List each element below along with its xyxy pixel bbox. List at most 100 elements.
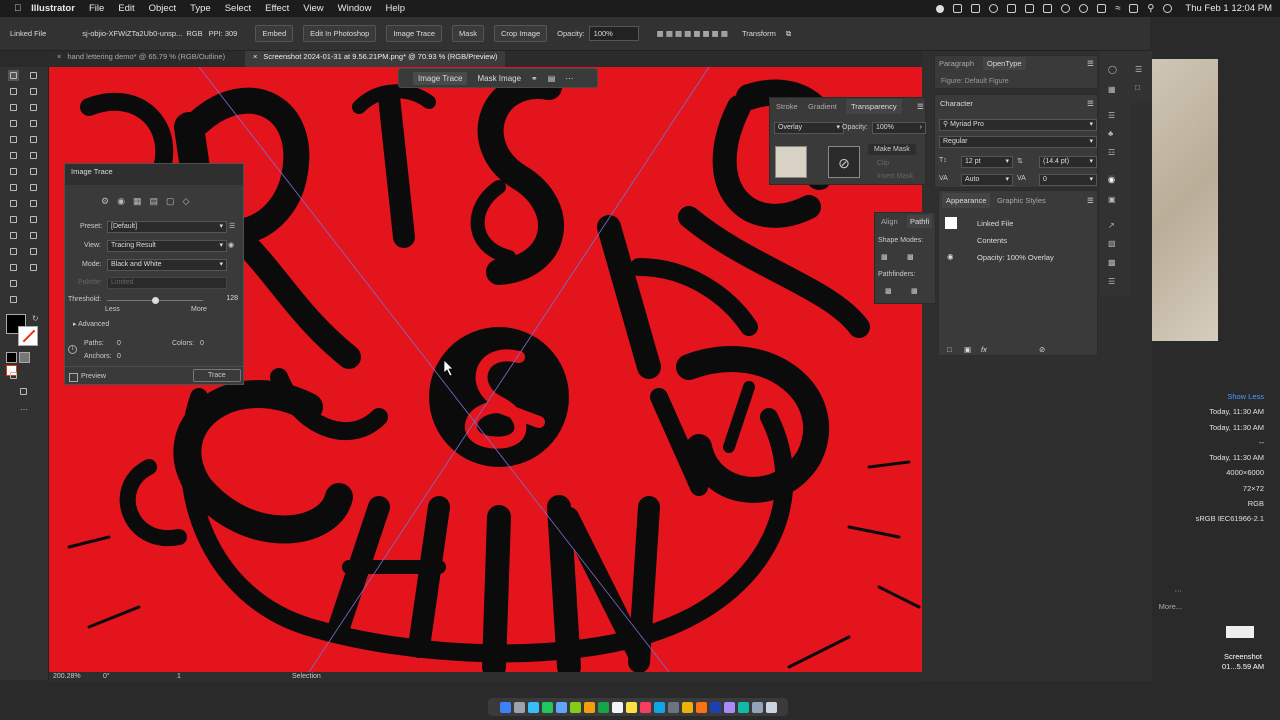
desktop-screenshot-file[interactable]: Screenshot 01...5.59 AM xyxy=(1180,626,1280,696)
status-icon[interactable] xyxy=(1025,4,1035,13)
paintbrush-tool-icon[interactable] xyxy=(28,134,39,145)
menu-window[interactable]: Window xyxy=(338,3,372,14)
trim-icon[interactable]: ▩ xyxy=(911,287,918,295)
rotation-field[interactable]: 0° xyxy=(103,673,110,680)
black-white-icon[interactable]: ▢ xyxy=(166,196,183,206)
blend-tool-icon[interactable] xyxy=(28,230,39,241)
artboard-tool-icon[interactable] xyxy=(8,262,19,273)
document-panel-icon[interactable]: □ xyxy=(1135,83,1140,92)
mode-select[interactable]: Black and White ▾ xyxy=(107,259,227,271)
opacity-field[interactable]: 100% › xyxy=(872,122,926,134)
status-icon[interactable] xyxy=(953,4,963,13)
siri-icon[interactable] xyxy=(1163,4,1173,13)
eye-icon[interactable]: ◉ xyxy=(947,252,954,261)
minus-front-icon[interactable]: ▩ xyxy=(907,253,914,261)
transform-button[interactable]: Transform xyxy=(742,29,776,38)
search-icon[interactable]: ⚲ xyxy=(1147,3,1154,14)
tab-opentype[interactable]: OpenType xyxy=(983,57,1026,70)
calendar-dock-icon[interactable] xyxy=(611,701,623,713)
low-color-icon[interactable]: ▦ xyxy=(133,196,150,206)
eraser-tool-icon[interactable] xyxy=(28,150,39,161)
preset-select[interactable]: [Default] ▾ xyxy=(107,221,227,233)
tab-screenshot[interactable]: × Screenshot 2024-01-31 at 9.56.21PM.png*… xyxy=(245,51,506,67)
status-icon[interactable] xyxy=(1097,4,1107,13)
leading-field[interactable]: (14.4 pt) ▾ xyxy=(1039,156,1097,168)
outline-icon[interactable]: ◇ xyxy=(182,196,197,206)
menu-select[interactable]: Select xyxy=(225,3,251,14)
maps-dock-icon[interactable] xyxy=(569,701,581,713)
transparency-panel-icon[interactable]: ◉ xyxy=(1108,175,1115,184)
preview-checkbox[interactable] xyxy=(69,373,78,382)
tab-gradient[interactable]: Gradient xyxy=(808,102,837,111)
color-panel-icon[interactable]: ◯ xyxy=(1108,65,1117,74)
menu-effect[interactable]: Effect xyxy=(265,3,289,14)
width-tool-icon[interactable] xyxy=(8,182,19,193)
facetime-dock-icon[interactable] xyxy=(597,701,609,713)
links-panel-icon[interactable]: ▧ xyxy=(1108,239,1116,248)
trace-button[interactable]: Trace xyxy=(193,369,241,382)
properties-panel-icon[interactable]: ☰ xyxy=(1135,65,1142,74)
status-icon[interactable] xyxy=(971,4,981,13)
artboards-panel-icon[interactable]: ↗ xyxy=(1108,221,1115,230)
show-less-link[interactable]: Show Less xyxy=(1227,392,1264,401)
downloads-dock-icon[interactable] xyxy=(751,701,763,713)
slice-tool-icon[interactable] xyxy=(28,262,39,273)
linked-file-label[interactable]: Linked File xyxy=(10,29,46,38)
panel-menu-icon[interactable]: ☰ xyxy=(1087,99,1094,108)
panel-menu-icon[interactable]: ☰ xyxy=(917,102,924,111)
font-style-select[interactable]: Regular ▾ xyxy=(939,136,1097,148)
clock[interactable]: Thu Feb 1 12:04 PM xyxy=(1185,3,1272,14)
app-dock-icon[interactable] xyxy=(723,701,735,713)
notes-dock-icon[interactable] xyxy=(625,701,637,713)
mail-dock-icon[interactable] xyxy=(555,701,567,713)
kerning-field[interactable]: Auto ▾ xyxy=(961,174,1013,186)
more-options-icon[interactable]: ⋯ xyxy=(565,74,573,83)
tab-stroke[interactable]: Stroke xyxy=(776,102,798,111)
curvature-tool-icon[interactable] xyxy=(28,102,39,113)
gradient-tool-icon[interactable] xyxy=(28,214,39,225)
chrome-icon[interactable] xyxy=(989,4,999,13)
free-transform-tool-icon[interactable] xyxy=(28,182,39,193)
link-icon[interactable]: ⚭ xyxy=(531,74,538,83)
auto-color-icon[interactable]: ⚙ xyxy=(101,196,117,206)
close-icon[interactable]: × xyxy=(57,52,61,61)
play-icon[interactable] xyxy=(1061,4,1071,13)
music-dock-icon[interactable] xyxy=(639,701,651,713)
crop-image-button[interactable]: Crop Image xyxy=(493,25,548,42)
align-icon[interactable]: ▦ ▦ ▦ ▦ ▦ ▦ ▦ ▦ xyxy=(657,29,728,38)
messages-dock-icon[interactable] xyxy=(541,701,553,713)
menu-app-name[interactable]: Illustrator xyxy=(31,3,75,14)
tab-hand-lettering[interactable]: × hand lettering demo* @ 65.79 % (RGB/Out… xyxy=(49,51,245,67)
chrome-dock-icon[interactable] xyxy=(681,701,693,713)
menu-type[interactable]: Type xyxy=(190,3,211,14)
new-stroke-icon[interactable]: □ xyxy=(947,345,952,354)
libraries-panel-icon[interactable]: ☰ xyxy=(1108,277,1115,286)
advanced-toggle[interactable]: ▸ Advanced xyxy=(73,320,109,328)
color-mode-icons[interactable] xyxy=(6,352,42,376)
mask-image-context-button[interactable]: Mask Image xyxy=(477,74,521,83)
stroke-swatch[interactable] xyxy=(18,326,38,346)
font-size-field[interactable]: 12 pt ▾ xyxy=(961,156,1013,168)
menu-view[interactable]: View xyxy=(303,3,323,14)
high-color-icon[interactable]: ◉ xyxy=(117,196,133,206)
direct-selection-tool-icon[interactable] xyxy=(28,70,39,81)
layer-thumbnail[interactable] xyxy=(775,146,807,178)
control-center-icon[interactable] xyxy=(1129,4,1139,13)
tab-paragraph[interactable]: Paragraph xyxy=(939,59,974,68)
menu-edit[interactable]: Edit xyxy=(118,3,134,14)
opacity-field[interactable]: 100% xyxy=(588,26,639,41)
more-link[interactable]: More... xyxy=(1159,602,1182,611)
eyedropper-tool-icon[interactable] xyxy=(8,230,19,241)
threshold-field[interactable]: 128 xyxy=(213,294,241,304)
image-trace-title[interactable]: Image Trace xyxy=(65,164,243,185)
symbol-sprayer-tool-icon[interactable] xyxy=(8,246,19,257)
photos-dock-icon[interactable] xyxy=(583,701,595,713)
image-trace-button[interactable]: Image Trace xyxy=(386,25,443,42)
close-icon[interactable]: × xyxy=(253,52,257,61)
zoom-tool-icon[interactable] xyxy=(8,294,19,305)
transform-icon[interactable]: ⧉ xyxy=(786,29,791,39)
menu-object[interactable]: Object xyxy=(149,3,176,14)
appearance-linked-file[interactable]: Linked File xyxy=(977,219,1013,228)
clear-appearance-icon[interactable]: ⊘ xyxy=(1039,345,1045,354)
new-fill-icon[interactable]: ▣ xyxy=(964,345,971,354)
